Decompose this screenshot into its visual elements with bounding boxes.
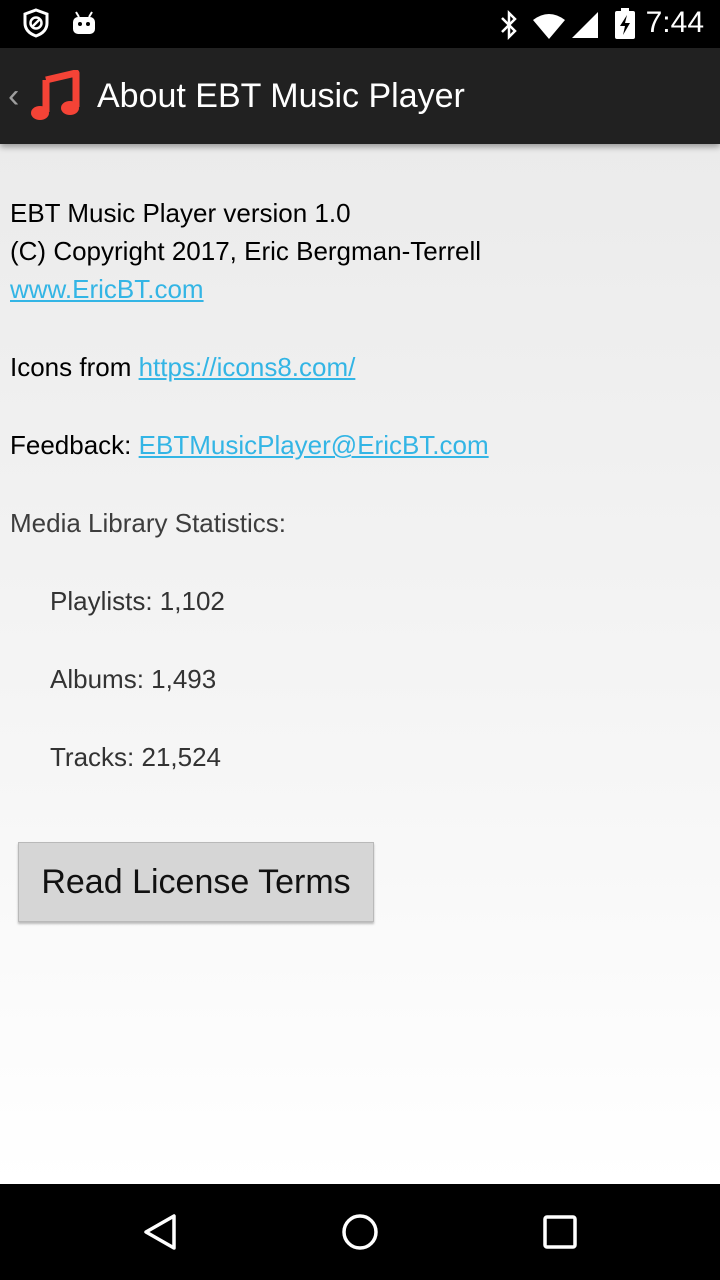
stat-playlists: Playlists: 1,102 <box>50 586 225 616</box>
feedback-email-link[interactable]: EBTMusicPlayer@EricBT.com <box>139 430 489 460</box>
icons-credit-row: Icons from https://icons8.com/ <box>10 348 355 386</box>
music-note-icon[interactable] <box>30 69 82 127</box>
nav-bar <box>0 1184 720 1280</box>
stat-albums: Albums: 1,493 <box>50 664 217 694</box>
website-link[interactable]: www.EricBT.com <box>10 274 204 304</box>
action-bar: ‹ About EBT Music Player <box>0 48 720 144</box>
read-license-button[interactable]: Read License Terms <box>18 842 374 922</box>
status-bar: 7:44 <box>0 0 720 48</box>
recents-square-icon[interactable] <box>536 1208 584 1256</box>
copyright-text: (C) Copyright 2017, Eric Bergman-Terrell <box>10 236 482 266</box>
battery-charging-icon <box>614 8 636 45</box>
icons-credit-label: Icons from <box>10 352 139 382</box>
feedback-row: Feedback: EBTMusicPlayer@EricBT.com <box>10 426 489 464</box>
stat-tracks: Tracks: 21,524 <box>50 742 222 772</box>
do-not-disturb-icon <box>22 8 50 43</box>
stats-heading: Media Library Statistics: <box>10 508 286 538</box>
chevron-left-icon[interactable]: ‹ <box>8 76 19 116</box>
page-title: About EBT Music Player <box>97 77 465 115</box>
about-content: EBT Music Player version 1.0 (C) Copyrig… <box>0 144 720 1184</box>
icons8-link[interactable]: https://icons8.com/ <box>139 352 356 382</box>
feedback-label: Feedback: <box>10 430 139 460</box>
bluetooth-icon <box>498 9 520 45</box>
home-circle-icon[interactable] <box>336 1208 384 1256</box>
status-time: 7:44 <box>645 6 704 39</box>
back-triangle-icon[interactable] <box>136 1208 184 1256</box>
website-row: www.EricBT.com <box>10 270 204 308</box>
android-debug-icon <box>70 10 98 41</box>
wifi-icon <box>532 12 566 45</box>
cell-signal-icon <box>570 10 600 45</box>
version-text: EBT Music Player version 1.0 <box>10 198 351 228</box>
